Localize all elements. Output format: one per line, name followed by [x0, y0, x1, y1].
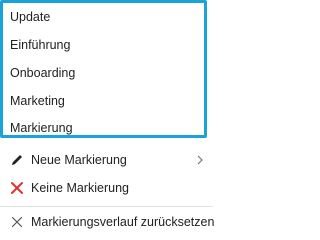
menu-separator: [0, 206, 213, 207]
new-markierung-label: Neue Markierung: [31, 153, 127, 167]
no-markierung-label: Keine Markierung: [31, 181, 129, 195]
gallery-item-update[interactable]: Update: [10, 10, 50, 24]
reset-markierung-history-menu-item[interactable]: Markierungsverlauf zurücksetzen: [0, 208, 215, 236]
gallery-item-marketing[interactable]: Marketing: [10, 94, 65, 108]
chevron-right-icon: [195, 154, 205, 166]
tag-gallery: Update Einführung Onboarding Marketing M…: [0, 0, 207, 138]
gallery-item-onboarding[interactable]: Onboarding: [10, 66, 75, 80]
x-icon: [10, 215, 24, 229]
markierung-dropdown-menu: Update Einführung Onboarding Marketing M…: [0, 0, 215, 236]
gallery-item-markierung[interactable]: Markierung: [10, 121, 73, 135]
no-markierung-menu-item[interactable]: Keine Markierung: [0, 174, 213, 202]
red-x-icon: [10, 181, 24, 195]
new-markierung-menu-item[interactable]: Neue Markierung: [0, 146, 213, 174]
reset-markierung-history-label: Markierungsverlauf zurücksetzen: [31, 215, 215, 229]
gallery-item-einfuehrung[interactable]: Einführung: [10, 38, 70, 52]
pencil-icon: [10, 153, 24, 167]
